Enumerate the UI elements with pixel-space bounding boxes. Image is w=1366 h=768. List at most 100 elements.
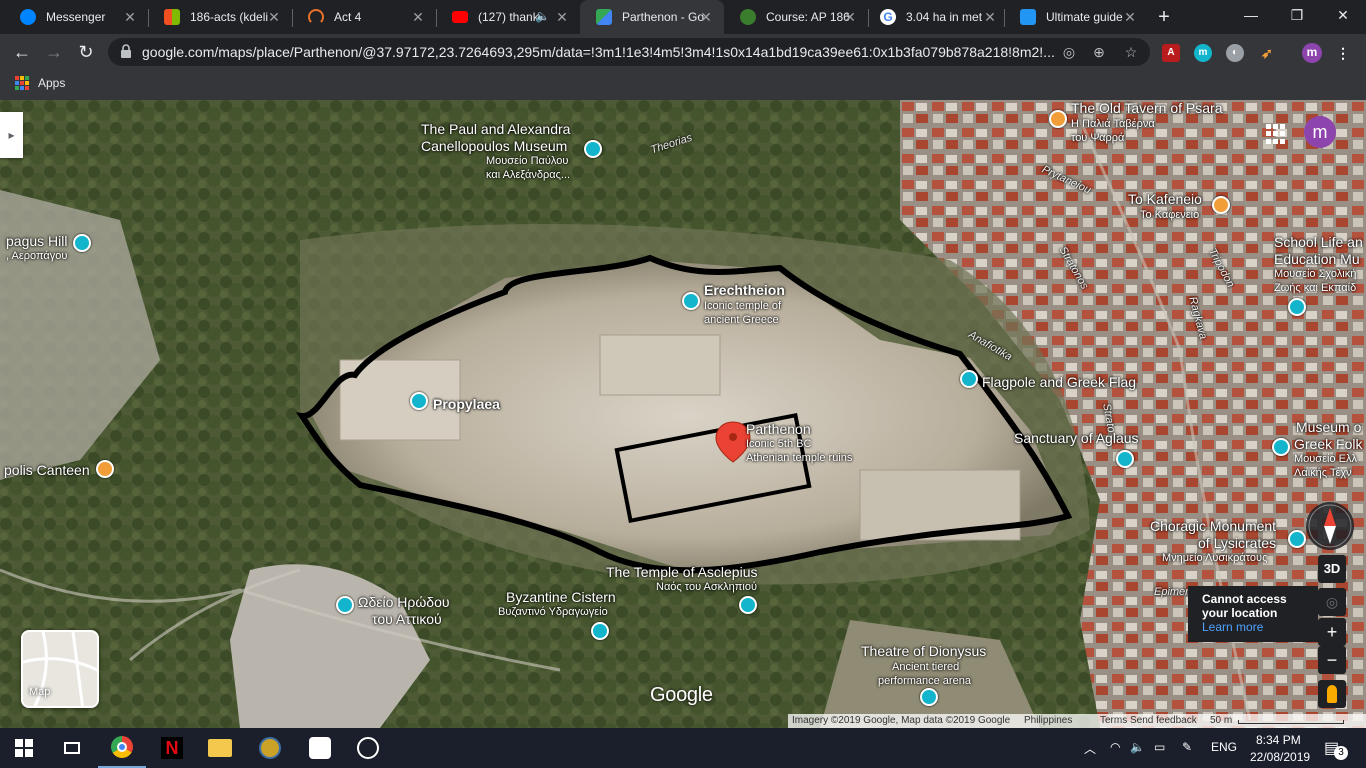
museum-icon[interactable] [1288, 298, 1306, 316]
camera-icon[interactable] [960, 370, 978, 388]
pen-icon[interactable]: ✎ [1182, 740, 1192, 754]
odeion-label-2[interactable]: του Αττικού [372, 611, 442, 627]
choragic-label-2[interactable]: of Lysicrates [1198, 535, 1276, 551]
tab-act-4[interactable]: Act 4 ✕ [292, 0, 436, 34]
tab-messenger[interactable]: Messenger ✕ [4, 0, 148, 34]
tab-parthenon[interactable]: Parthenon - Go ✕ [580, 0, 724, 34]
tab-186-acts[interactable]: 186-acts (kdeli ✕ [148, 0, 292, 34]
scale-label[interactable]: 50 m [1210, 715, 1232, 726]
wifi-icon[interactable]: ◠ [1110, 740, 1120, 754]
learn-more-link[interactable]: Learn more [1202, 620, 1304, 634]
new-tab-button[interactable]: + [1153, 6, 1175, 28]
school-life-label-2[interactable]: Education Mu [1274, 251, 1360, 267]
museum-icon[interactable] [920, 688, 938, 706]
folk-museum-label[interactable]: Museum o [1296, 419, 1361, 435]
old-tavern-label[interactable]: The Old Tavern of Psara [1071, 100, 1222, 116]
paul-museum-label[interactable]: The Paul and Alexandra [421, 121, 570, 137]
propylaea-label[interactable]: Propylaea [433, 396, 500, 412]
canteen-label[interactable]: polis Canteen [4, 462, 90, 478]
areopagus-label[interactable]: pagus Hill [6, 233, 67, 249]
map-canvas[interactable]: ▸ The Paul and Alexandra Canellopoulos M… [0, 100, 1366, 728]
dionysus-label[interactable]: Theatre of Dionysus [861, 643, 986, 659]
flagpole-label[interactable]: Flagpole and Greek Flag [982, 374, 1136, 390]
menu-icon[interactable]: ⋮ [1334, 44, 1352, 62]
camera-icon[interactable] [73, 234, 91, 252]
museum-icon[interactable] [1272, 438, 1290, 456]
chrome-taskbar-button[interactable] [98, 728, 146, 768]
apps-bookmark[interactable]: Apps [15, 76, 65, 90]
close-tab-icon[interactable]: ✕ [982, 9, 998, 25]
forward-button[interactable]: → [42, 40, 66, 64]
parthenon-label[interactable]: Parthenon [746, 421, 811, 437]
my-location-button[interactable]: ◎ [1318, 588, 1346, 616]
restaurant-icon[interactable] [96, 460, 114, 478]
pdf-extension-icon[interactable]: A [1162, 44, 1180, 62]
volume-icon[interactable]: 🔈 [1130, 740, 1145, 754]
asclepius-label[interactable]: The Temple of Asclepius [606, 564, 758, 580]
close-tab-icon[interactable]: ✕ [1122, 9, 1138, 25]
tray-chevron-icon[interactable]: ︿ [1084, 740, 1096, 757]
country-link[interactable]: Philippines [1024, 715, 1072, 726]
google-apps-icon[interactable] [1266, 124, 1286, 144]
close-tab-icon[interactable]: ✕ [410, 9, 426, 25]
language-indicator[interactable]: ENG [1211, 740, 1237, 754]
museum-icon[interactable] [1116, 450, 1134, 468]
school-life-label[interactable]: School Life an [1274, 234, 1363, 250]
museum-icon[interactable] [682, 292, 700, 310]
compass-extension-icon[interactable]: ◐ [1226, 44, 1244, 62]
restaurant-icon[interactable] [1212, 196, 1230, 214]
back-button[interactable]: ← [10, 40, 34, 64]
terms-link[interactable]: Terms [1100, 715, 1127, 726]
close-tab-icon[interactable]: ✕ [698, 9, 714, 25]
aglaus-label[interactable]: Sanctuary of Aglaus [1014, 430, 1139, 446]
minimize-button[interactable]: — [1228, 0, 1274, 30]
address-bar[interactable]: google.com/maps/place/Parthenon/@37.9717… [108, 38, 1150, 66]
odeion-label[interactable]: Ωδείο Ηρώδου [358, 594, 450, 610]
start-button[interactable] [0, 728, 48, 768]
tab-youtube[interactable]: (127) thank 🔈 ✕ [436, 0, 580, 34]
maximize-button[interactable]: ❐ [1274, 0, 1320, 30]
zoom-out-button[interactable]: − [1318, 646, 1346, 674]
museum-icon[interactable] [739, 596, 757, 614]
bookmark-star-icon[interactable]: ☆ [1122, 43, 1140, 61]
erechtheion-label[interactable]: Erechtheion [704, 282, 785, 298]
map-type-toggle[interactable]: Map [21, 630, 99, 708]
account-avatar[interactable]: m [1304, 116, 1336, 148]
tab-google-search[interactable]: G 3.04 ha in met ✕ [864, 0, 1008, 34]
battery-icon[interactable]: ▭ [1154, 740, 1165, 754]
location-blocked-icon[interactable]: ◎ [1060, 43, 1078, 61]
rocket-extension-icon[interactable]: ➶ [1258, 44, 1276, 62]
netflix-taskbar-button[interactable]: N [148, 728, 196, 768]
tab-ultimate-guide[interactable]: Ultimate guide ✕ [1004, 0, 1148, 34]
clock-date[interactable]: 22/08/2019 [1250, 750, 1310, 764]
file-explorer-button[interactable] [196, 728, 244, 768]
paul-museum-label-2[interactable]: Canellopoulos Museum [421, 138, 567, 154]
museum-icon[interactable] [336, 596, 354, 614]
close-tab-icon[interactable]: ✕ [266, 9, 282, 25]
m-extension-icon[interactable]: m [1194, 44, 1212, 62]
zoom-icon[interactable]: ⊕ [1090, 43, 1108, 61]
kafeneio-label[interactable]: To Kafeneio [1128, 191, 1202, 207]
close-tab-icon[interactable]: ✕ [842, 9, 858, 25]
close-window-button[interactable]: ✕ [1320, 0, 1366, 30]
app-taskbar-button[interactable] [296, 728, 344, 768]
reload-button[interactable]: ↻ [74, 40, 98, 64]
zoom-in-button[interactable]: + [1318, 618, 1346, 646]
museum-icon[interactable] [591, 622, 609, 640]
compass-control[interactable] [1306, 502, 1354, 550]
profile-avatar[interactable]: m [1302, 43, 1322, 63]
speaker-icon[interactable]: 🔈 [535, 9, 550, 23]
museum-icon[interactable] [1288, 530, 1306, 548]
close-tab-icon[interactable]: ✕ [554, 9, 570, 25]
museum-icon[interactable] [410, 392, 428, 410]
restaurant-icon[interactable] [1049, 110, 1067, 128]
close-tab-icon[interactable]: ✕ [122, 9, 138, 25]
clock-time[interactable]: 8:34 PM [1256, 733, 1301, 747]
byzantine-label[interactable]: Byzantine Cistern [506, 589, 616, 605]
museum-icon[interactable] [584, 140, 602, 158]
send-feedback-link[interactable]: Send feedback [1130, 715, 1197, 726]
side-panel-toggle[interactable]: ▸ [0, 112, 23, 158]
task-view-button[interactable] [48, 728, 96, 768]
app-taskbar-button[interactable] [246, 728, 294, 768]
choragic-label[interactable]: Choragic Monument [1150, 518, 1276, 534]
